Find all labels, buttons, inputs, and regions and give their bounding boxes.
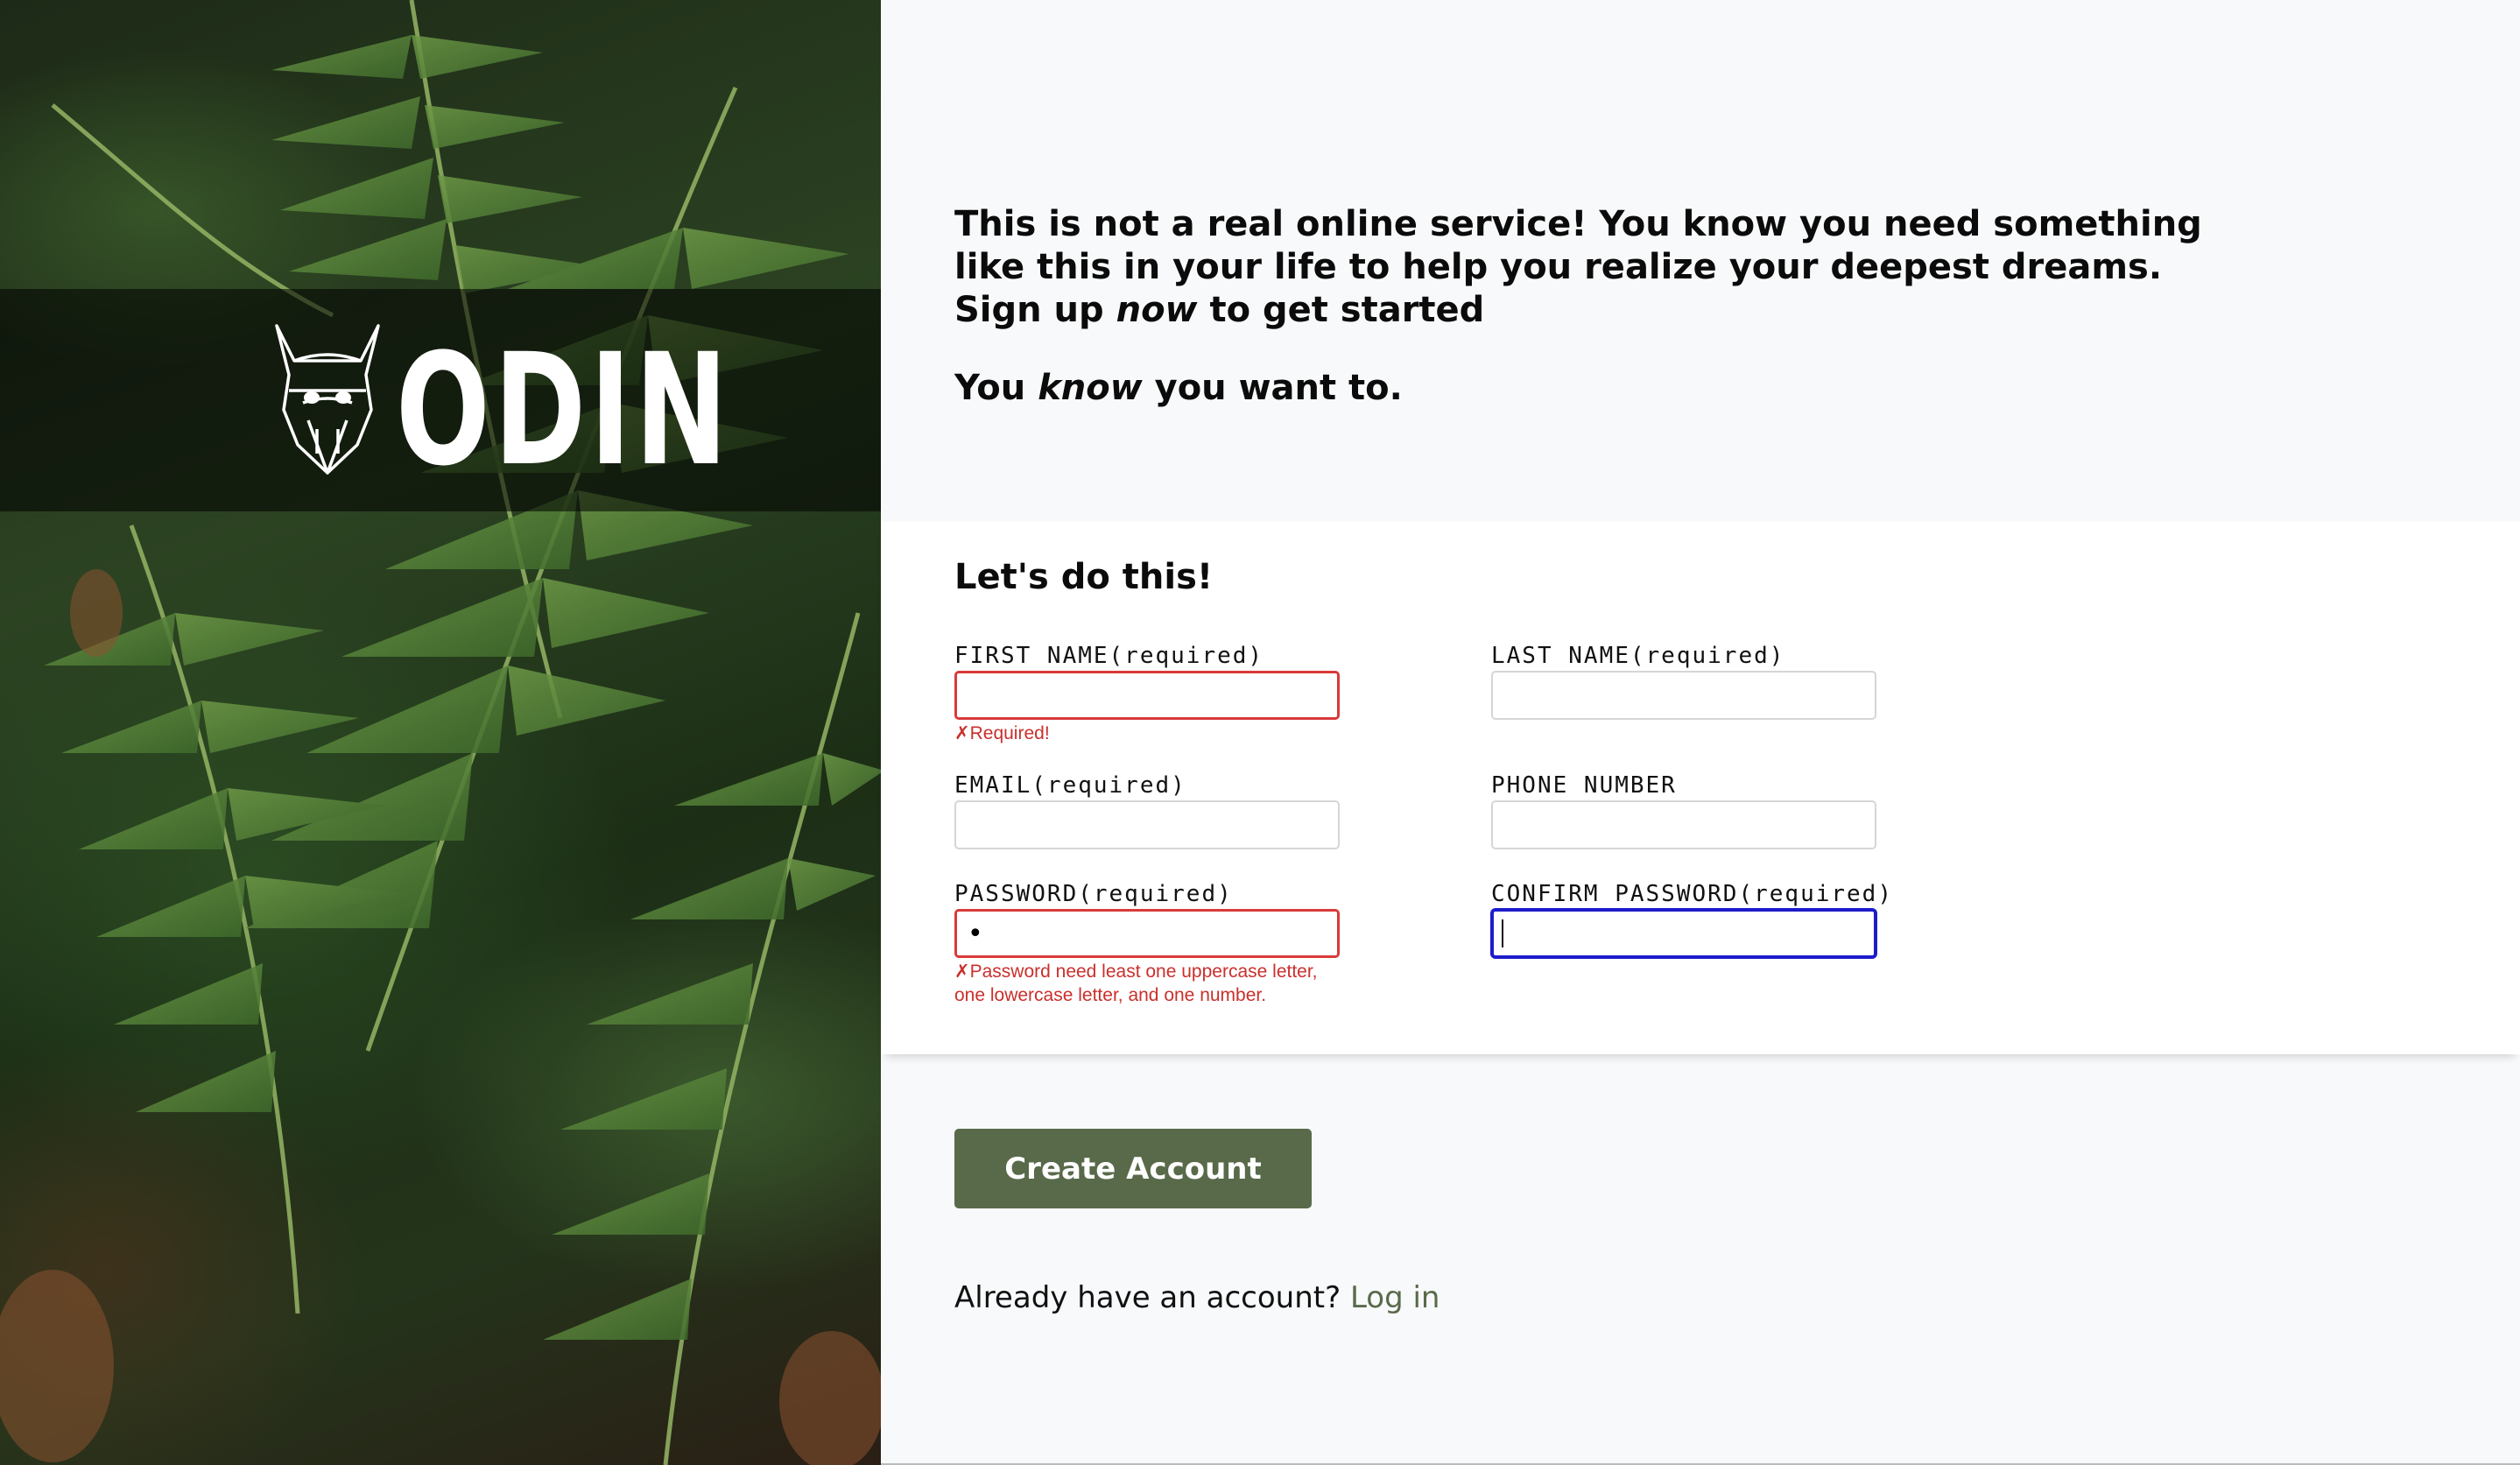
confirm-password-box bbox=[1491, 909, 1893, 958]
phone-field: PHONE NUMBER bbox=[1491, 772, 1876, 849]
last-name-input[interactable] bbox=[1491, 671, 1876, 720]
confirm-password-field: CONFIRM PASSWORD(required) bbox=[1491, 881, 1893, 958]
confirm-password-input[interactable] bbox=[1491, 909, 1876, 958]
intro-line-2: Sign up now to get started bbox=[954, 290, 1485, 330]
last-name-field: LAST NAME(required) bbox=[1491, 643, 1876, 720]
first-name-error: ✗Required! bbox=[954, 723, 1050, 743]
hero-panel: ODIN bbox=[0, 0, 881, 1465]
phone-input[interactable] bbox=[1491, 800, 1876, 849]
first-name-input[interactable] bbox=[954, 671, 1340, 720]
first-name-label: FIRST NAME(required) bbox=[954, 643, 1264, 669]
logo-text: ODIN bbox=[396, 320, 732, 500]
email-input[interactable] bbox=[954, 800, 1340, 849]
password-error: ✗Password need least one uppercase lette… bbox=[954, 961, 1318, 1005]
viking-helmet-icon bbox=[268, 322, 387, 481]
last-name-label: LAST NAME(required) bbox=[1491, 643, 1785, 669]
create-account-button[interactable]: Create Account bbox=[954, 1129, 1312, 1208]
intro-line-3: You know you want to. bbox=[954, 368, 1403, 408]
phone-label: PHONE NUMBER bbox=[1491, 772, 1677, 799]
login-link[interactable]: Log in bbox=[1350, 1280, 1440, 1315]
password-label: PASSWORD(required) bbox=[954, 881, 1233, 907]
fern-background-image bbox=[0, 0, 881, 1465]
password-field: PASSWORD(required) ✗Password need least … bbox=[954, 881, 1357, 1007]
form-title: Let's do this! bbox=[954, 557, 1214, 597]
intro-text: This is not a real online service! You k… bbox=[954, 203, 2268, 410]
login-prompt: Already have an account? Log in bbox=[954, 1280, 1439, 1315]
email-label: EMAIL(required) bbox=[954, 772, 1186, 799]
password-input[interactable] bbox=[954, 909, 1340, 958]
signup-form: Let's do this! FIRST NAME(required) ✗Req… bbox=[881, 522, 2520, 1054]
text-caret bbox=[1502, 919, 1503, 947]
main-content: This is not a real online service! You k… bbox=[881, 0, 2520, 1465]
login-prompt-text: Already have an account? bbox=[954, 1280, 1341, 1315]
signup-page: ODIN This is not a real online service! … bbox=[0, 0, 2520, 1465]
logo: ODIN bbox=[268, 322, 862, 488]
confirm-password-label: CONFIRM PASSWORD(required) bbox=[1491, 881, 1893, 907]
intro-line-1: This is not a real online service! You k… bbox=[954, 204, 2202, 287]
first-name-field: FIRST NAME(required) ✗Required! bbox=[954, 643, 1357, 745]
email-field: EMAIL(required) bbox=[954, 772, 1340, 849]
